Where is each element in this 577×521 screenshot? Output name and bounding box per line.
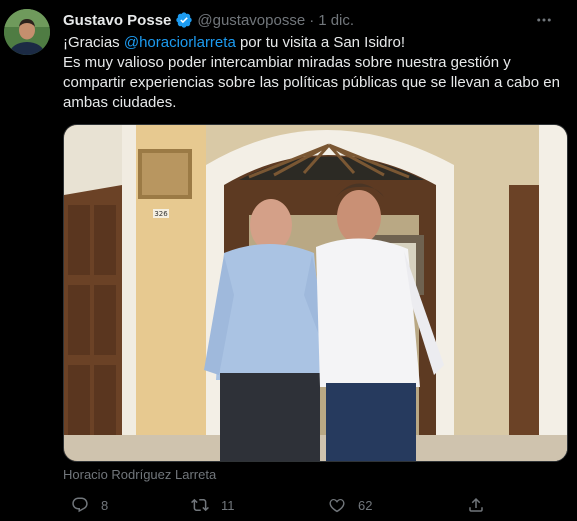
tweet-date[interactable]: 1 dic. [318,12,354,29]
retweet-icon [191,498,209,512]
tweet-body: Es muy valioso poder intercambiar mirada… [63,54,560,111]
photo-image: 326 [64,125,567,461]
like-button[interactable]: 62 [328,496,372,514]
separator-dot: · [309,11,315,29]
more-options-icon [537,18,551,22]
tagged-person[interactable]: Horacio Rodríguez Larreta [63,467,216,482]
share-icon [469,497,483,512]
avatar[interactable] [4,9,50,55]
tweet-photo[interactable]: 326 [63,124,568,462]
retweet-count: 11 [221,497,235,513]
tweet-text-pre: ¡Gracias [63,34,124,51]
avatar-photo [4,9,50,55]
share-button[interactable] [467,496,485,514]
tweet-line-1: ¡Gracias @horaciorlarreta por tu visita … [63,33,568,53]
like-count: 62 [358,497,373,513]
tweet-text: ¡Gracias @horaciorlarreta por tu visita … [63,33,568,113]
mention-link[interactable]: @horaciorlarreta [124,34,236,51]
reply-count: 8 [101,497,109,513]
tweet-header: Gustavo Posse @gustavoposse · 1 dic. [63,10,567,30]
tweet-text-post: por tu visita a San Isidro! [235,34,406,51]
tweet-actions: 8 11 62 [63,494,503,516]
address-number: 326 [154,210,168,218]
like-icon [329,498,345,513]
verified-badge-icon [176,12,193,28]
reply-button[interactable]: 8 [71,496,108,514]
author-name[interactable]: Gustavo Posse [63,12,171,29]
more-options-button[interactable] [531,10,557,30]
author-handle[interactable]: @gustavoposse [197,12,305,29]
retweet-button[interactable]: 11 [191,496,235,514]
reply-icon [72,497,88,513]
